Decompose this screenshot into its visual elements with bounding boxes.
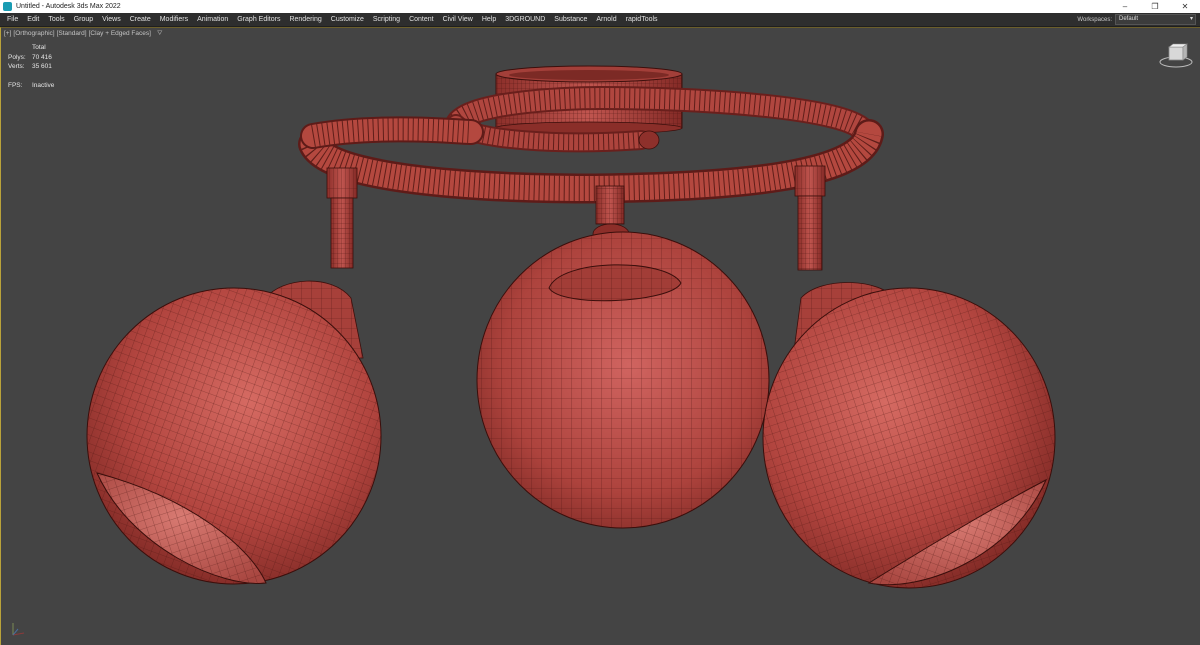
viewport-labels: [+] [Orthographic] [Standard] [Clay + Ed…: [4, 30, 162, 38]
menu-item-customize[interactable]: Customize: [327, 13, 368, 26]
viewport-view-label[interactable]: [Orthographic]: [13, 30, 54, 38]
verts-label: Verts:: [8, 63, 25, 70]
right-globe: [762, 282, 1056, 589]
menu-item-scripting[interactable]: Scripting: [369, 13, 404, 26]
workspace-selector: Workspaces: Default ▾: [1077, 14, 1196, 25]
lamp-model[interactable]: [1, 28, 1200, 645]
middle-globe: [476, 223, 770, 529]
menu-bar: File Edit Tools Group Views Create Modifiers An…: [0, 13, 1200, 27]
polys-label: Polys:: [8, 53, 26, 61]
menu-item-arnold[interactable]: Arnold: [592, 13, 620, 26]
workspace-label: Workspaces:: [1077, 16, 1112, 23]
app-window: Untitled - Autodesk 3ds Max 2022 – ❐ ✕ F…: [0, 0, 1200, 645]
viewport-menu-label[interactable]: [+]: [4, 30, 11, 38]
viewcube-icon[interactable]: [1158, 42, 1194, 70]
left-globe: [86, 280, 382, 585]
menu-item-edit[interactable]: Edit: [23, 13, 43, 26]
viewport-display-mode-label[interactable]: [Clay + Edged Faces]: [89, 30, 151, 38]
axis-tripod-icon: [12, 623, 25, 636]
minimize-button[interactable]: –: [1110, 0, 1140, 13]
workspace-dropdown[interactable]: Default ▾: [1115, 14, 1196, 25]
menu-item-help[interactable]: Help: [478, 13, 500, 26]
menu-item-substance[interactable]: Substance: [550, 13, 591, 26]
maximize-button[interactable]: ❐: [1140, 0, 1170, 13]
stats-header: Total: [32, 44, 46, 51]
perspective-viewport[interactable]: [+] [Orthographic] [Standard] [Clay + Ed…: [0, 27, 1200, 645]
menu-item-rapidtools[interactable]: rapidTools: [622, 13, 662, 26]
fps-label: FPS:: [8, 81, 23, 89]
menu-item-rendering[interactable]: Rendering: [285, 13, 325, 26]
window-title: Untitled - Autodesk 3ds Max 2022: [16, 3, 121, 10]
menu-item-animation[interactable]: Animation: [193, 13, 232, 26]
menu-item-content[interactable]: Content: [405, 13, 438, 26]
menu-items: File Edit Tools Group Views Create Modifiers An…: [0, 13, 1077, 26]
chevron-down-icon: ▾: [1189, 16, 1193, 22]
app-icon: [3, 2, 12, 11]
menu-item-3dground[interactable]: 3DGROUND: [501, 13, 549, 26]
menu-item-graph-editors[interactable]: Graph Editors: [233, 13, 284, 26]
menu-item-group[interactable]: Group: [70, 13, 97, 26]
menu-item-tools[interactable]: Tools: [44, 13, 68, 26]
menu-item-views[interactable]: Views: [98, 13, 125, 26]
viewport-statistics: Total Polys: 70 416 Verts: 35 601 FPS: Inac…: [8, 43, 72, 90]
fps-value: Inactive: [32, 81, 55, 89]
title-bar: Untitled - Autodesk 3ds Max 2022 – ❐ ✕: [0, 0, 1200, 13]
menu-item-file[interactable]: File: [3, 13, 22, 26]
menu-item-create[interactable]: Create: [126, 13, 155, 26]
menu-item-civil-view[interactable]: Civil View: [439, 13, 477, 26]
close-button[interactable]: ✕: [1170, 0, 1200, 13]
verts-value: 35 601: [32, 63, 52, 70]
viewport-shading-standard-label[interactable]: [Standard]: [57, 30, 87, 38]
filter-icon[interactable]: ⛛: [157, 30, 162, 38]
workspace-value: Default: [1119, 16, 1139, 22]
menu-item-modifiers[interactable]: Modifiers: [156, 13, 192, 26]
polys-value: 70 416: [32, 53, 52, 61]
